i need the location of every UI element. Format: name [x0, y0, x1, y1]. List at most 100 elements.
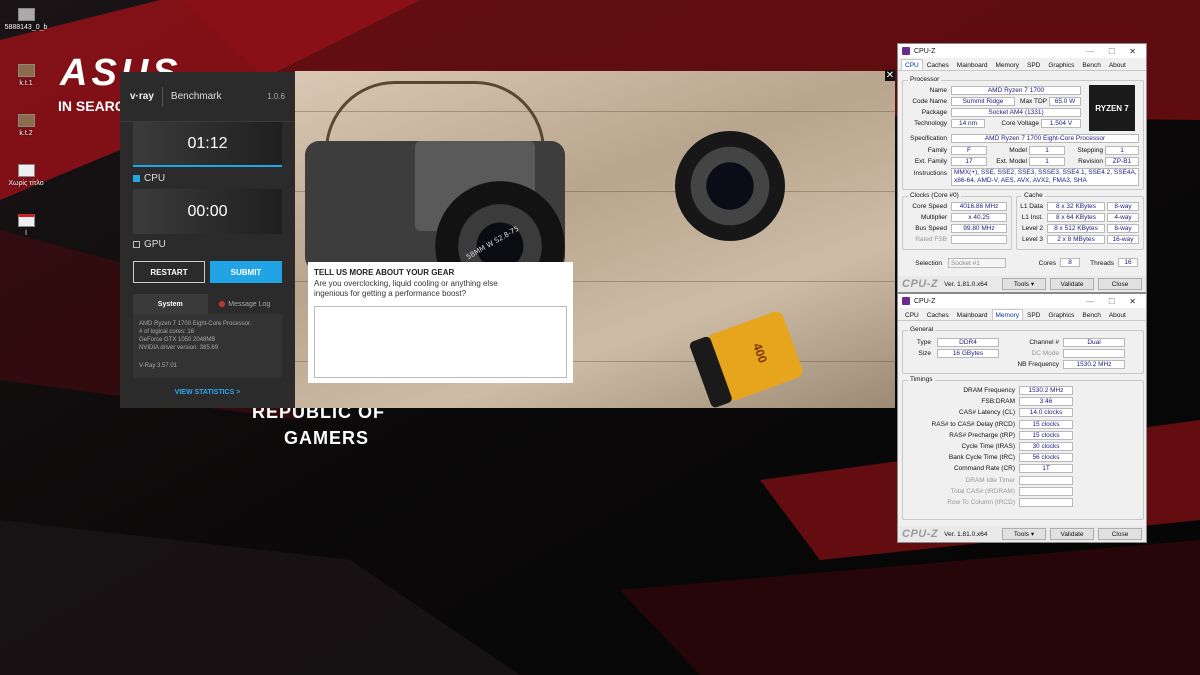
- tab-caches[interactable]: Caches: [923, 309, 953, 320]
- cpuz-footer: CPU-Z Ver. 1.81.0.x64 Tools ▾ Validate C…: [898, 276, 1146, 292]
- field-label: Revision: [1078, 158, 1103, 165]
- field-label: Stepping: [1077, 147, 1103, 154]
- restart-button[interactable]: RESTART: [133, 261, 205, 283]
- image-file-icon: [17, 114, 35, 127]
- tab-cpu[interactable]: CPU: [901, 309, 923, 320]
- cpuz-footer: CPU-Z Ver. 1.81.0.x64 Tools ▾ Validate C…: [898, 526, 1146, 542]
- field-label: Instructions: [913, 170, 947, 177]
- stepping-value: 1: [1105, 146, 1139, 155]
- timing-value: [1019, 498, 1073, 507]
- cpuz-cpu-window: CPU-Z — ☐ ✕ CPU Caches Mainboard Memory SP…: [897, 43, 1147, 293]
- cpuz-version: Ver. 1.81.0.x64: [944, 280, 988, 288]
- cores-value: 8: [1060, 258, 1080, 267]
- tab-graphics[interactable]: Graphics: [1044, 59, 1078, 70]
- tab-spd[interactable]: SPD: [1023, 309, 1044, 320]
- tab-about[interactable]: About: [1105, 309, 1130, 320]
- desktop-icon-label: 5888143_0_b: [4, 24, 48, 31]
- close-button[interactable]: Close: [1098, 278, 1142, 290]
- desktop-icon-untitled[interactable]: Χωρίς τίτλο: [0, 164, 61, 187]
- tab-caches[interactable]: Caches: [923, 59, 953, 70]
- info-tabs: System Message Log: [133, 294, 282, 314]
- gpu-checkbox[interactable]: GPU: [133, 239, 166, 250]
- tab-log-label: Message Log: [228, 300, 271, 308]
- tools-button[interactable]: Tools ▾: [1002, 528, 1046, 540]
- specification-value: AMD Ryzen 7 1700 Eight-Core Processor: [951, 134, 1139, 143]
- system-info-line: # of logical cores: 16: [139, 329, 195, 335]
- checkbox-unchecked-icon: [133, 241, 140, 248]
- minimize-icon[interactable]: —: [1086, 47, 1094, 56]
- tab-memory[interactable]: Memory: [992, 59, 1023, 70]
- tab-mainboard[interactable]: Mainboard: [953, 309, 992, 320]
- technology-value: 14 nm: [951, 119, 985, 128]
- field-label: NB Frequency: [1017, 361, 1059, 368]
- desktop-icon-label: Χωρίς τίτλο: [8, 180, 44, 187]
- cpuz-tabs: CPU Caches Mainboard Memory SPD Graphics…: [898, 309, 1146, 321]
- instructions-value: MMX(+), SSE, SSE2, SSE3, SSSE3, SSE4.1, …: [951, 168, 1139, 186]
- view-statistics-link[interactable]: VIEW STATISTICS >: [120, 389, 295, 396]
- l2-value: 8 x 512 KBytes: [1047, 224, 1105, 233]
- field-label: Core Speed: [912, 203, 947, 210]
- group-label: Clocks (Core #0): [908, 192, 961, 199]
- close-icon[interactable]: ✕: [1129, 297, 1136, 306]
- cpuz-memory-window: CPU-Z — ☐ ✕ CPU Caches Mainboard Memory SP…: [897, 293, 1147, 543]
- tools-button[interactable]: Tools ▾: [1002, 278, 1046, 290]
- tab-cpu[interactable]: CPU: [901, 59, 923, 70]
- title-bar: CPU-Z — ☐ ✕: [898, 44, 1146, 58]
- close-button[interactable]: Close: [1098, 528, 1142, 540]
- close-icon[interactable]: ✕: [1129, 47, 1136, 56]
- tab-message-log[interactable]: Message Log: [208, 294, 283, 314]
- timing-value: [1019, 486, 1073, 496]
- timing-label: DRAM Idle Timer: [965, 476, 1015, 484]
- timing-value: 30 clocks: [1019, 442, 1073, 451]
- vray-version-line: V-Ray 3.57.01: [139, 363, 178, 369]
- ext-model-value: 1: [1029, 157, 1065, 166]
- tab-spd[interactable]: SPD: [1023, 59, 1044, 70]
- tab-memory[interactable]: Memory: [991, 309, 1023, 320]
- minimize-icon[interactable]: —: [1086, 297, 1094, 306]
- tab-system[interactable]: System: [133, 294, 208, 314]
- submit-button[interactable]: SUBMIT: [210, 261, 282, 283]
- desktop-icon-5888143[interactable]: 5888143_0_b: [0, 8, 61, 31]
- cpuz-brand: CPU-Z: [902, 528, 939, 540]
- cpu-checkbox[interactable]: CPU: [133, 173, 165, 184]
- validate-button[interactable]: Validate: [1050, 278, 1094, 290]
- core-voltage-value: 1.504 V: [1041, 119, 1081, 128]
- desktop-icon-kt2[interactable]: k.t.2: [0, 114, 61, 137]
- tab-mainboard[interactable]: Mainboard: [953, 59, 992, 70]
- l1-data-value: 8 x 32 KBytes: [1047, 202, 1105, 211]
- l1-inst-value: 8 x 64 KBytes: [1047, 213, 1105, 222]
- dropdown-arrow-icon: ▾: [1030, 531, 1035, 538]
- desktop-icon-kt1[interactable]: k.t.1: [0, 64, 61, 87]
- field-label: Package: [921, 109, 947, 116]
- app-title: Benchmark: [170, 91, 222, 102]
- field-label: Level 3: [1022, 236, 1043, 243]
- field-label: L1 Data: [1020, 203, 1043, 210]
- dropdown-arrow-icon: ▾: [1030, 281, 1035, 288]
- socket-select[interactable]: Socket #1: [948, 258, 1006, 268]
- timing-value: 1T: [1019, 464, 1073, 474]
- maximize-icon[interactable]: ☐: [1108, 297, 1115, 306]
- tab-graphics[interactable]: Graphics: [1044, 309, 1078, 320]
- vray-logo: v·ray: [130, 91, 154, 102]
- field-label: Level 2: [1022, 225, 1043, 232]
- tab-about[interactable]: About: [1105, 59, 1130, 70]
- timing-label: Bank Cycle Time (tRC): [948, 454, 1015, 462]
- timing-label: Command Rate (CR): [953, 465, 1015, 473]
- cpuz-tabs: CPU Caches Mainboard Memory SPD Graphics…: [898, 59, 1146, 71]
- timing-value: [1019, 475, 1073, 485]
- ext-family-value: 17: [951, 157, 987, 166]
- gear-survey-box: TELL US MORE ABOUT YOUR GEAR Are you ove…: [308, 262, 573, 383]
- close-icon[interactable]: ✕: [885, 70, 895, 81]
- multiplier-value: x 40.25: [951, 213, 1007, 222]
- maximize-icon[interactable]: ☐: [1108, 47, 1115, 56]
- vray-header: v·ray Benchmark 1.0.6: [120, 72, 295, 122]
- survey-answer-input[interactable]: [314, 306, 567, 378]
- validate-button[interactable]: Validate: [1050, 528, 1094, 540]
- tab-bench[interactable]: Bench: [1078, 59, 1104, 70]
- desktop-icon-l[interactable]: l: [0, 214, 61, 237]
- cpuz-version: Ver. 1.81.0.x64: [944, 530, 988, 538]
- revision-value: ZP-B1: [1105, 157, 1139, 166]
- tab-bench[interactable]: Bench: [1078, 309, 1104, 320]
- window-title: CPU-Z: [914, 297, 936, 305]
- l3-assoc: 16-way: [1107, 235, 1139, 244]
